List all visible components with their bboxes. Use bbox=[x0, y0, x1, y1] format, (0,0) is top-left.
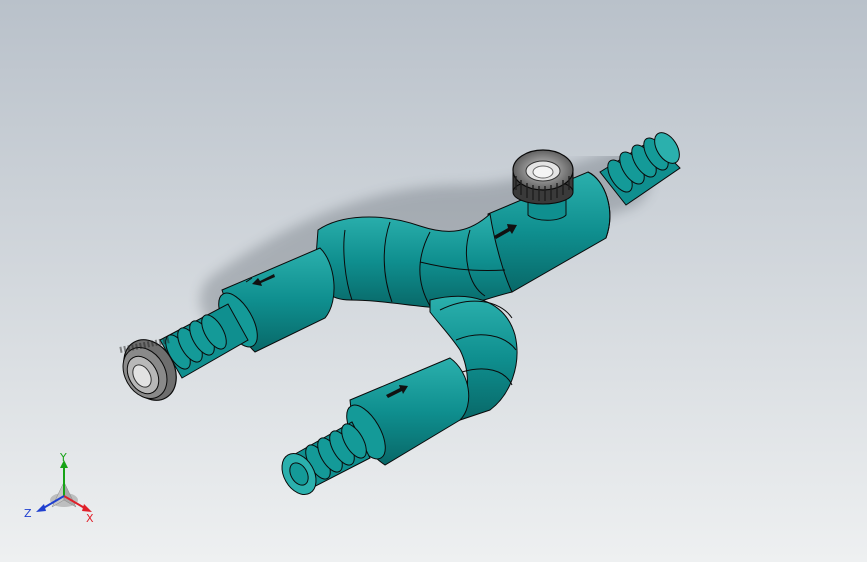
y-axis-label: Y bbox=[60, 451, 67, 464]
z-axis-label: Z bbox=[24, 507, 32, 520]
graphics-viewport[interactable]: Y Z X bbox=[0, 0, 867, 562]
z-axis-arrow-icon bbox=[36, 504, 46, 512]
x-axis-label: X bbox=[86, 512, 94, 525]
axis-triad: Y Z X bbox=[22, 452, 102, 532]
x-axis-arrow-icon bbox=[82, 504, 92, 512]
y-connector-model[interactable] bbox=[0, 0, 867, 562]
bottom-hose-barb[interactable] bbox=[275, 420, 371, 501]
